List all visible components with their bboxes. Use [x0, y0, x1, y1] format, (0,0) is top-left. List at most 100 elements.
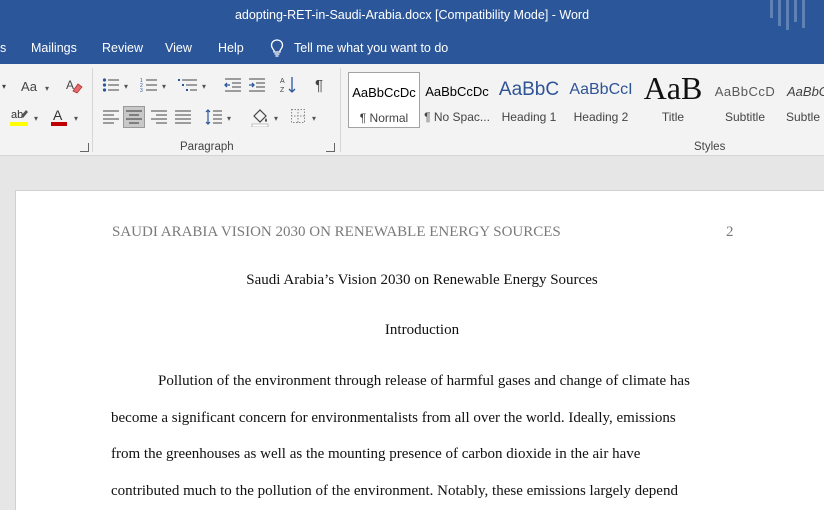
align-left-button[interactable] [102, 108, 120, 126]
ribbon-tabs: s Mailings Review View Help Tell me what… [0, 32, 824, 64]
document-title: Saudi Arabia’s Vision 2030 on Renewable … [246, 272, 598, 288]
pilcrow-icon: ¶ [314, 76, 324, 94]
style-subtitle[interactable]: AaBbCcD Subtitle [710, 72, 780, 128]
paint-bucket-icon [251, 109, 269, 127]
sort-icon: A Z [280, 77, 296, 94]
clear-formatting-icon: A [66, 78, 83, 94]
borders-icon [291, 109, 305, 123]
svg-text:ab: ab [11, 109, 23, 121]
tab-references-partial[interactable]: s [0, 41, 6, 55]
clear-formatting-button[interactable]: A [64, 76, 84, 96]
font-size-dropdown[interactable]: ▾ [0, 78, 8, 94]
style-name: Heading 2 [573, 110, 629, 124]
document-canvas[interactable]: SAUDI ARABIA VISION 2030 ON RENEWABLE EN… [0, 157, 824, 510]
body-line: become a significant concern for environ… [111, 410, 676, 426]
style-preview: AaBbC [787, 84, 824, 99]
decrease-indent-icon [224, 78, 241, 92]
borders-button[interactable] [290, 108, 306, 124]
align-right-button[interactable] [150, 108, 168, 126]
svg-text:Z: Z [280, 87, 285, 94]
change-case-button[interactable]: Aa [18, 77, 40, 95]
title-bar-decoration [770, 0, 810, 30]
font-color-button[interactable]: A [48, 106, 70, 128]
body-line: from the greenhouses as well as the moun… [111, 446, 641, 462]
chevron-down-icon[interactable]: ▾ [45, 84, 49, 93]
chevron-down-icon[interactable]: ▾ [162, 82, 166, 91]
justify-button[interactable] [174, 108, 192, 126]
style-no-spacing[interactable]: AaBbCcDc ¶ No Spac... [422, 72, 492, 128]
show-formatting-marks-button[interactable]: ¶ [310, 75, 328, 95]
align-left-icon [103, 110, 119, 124]
style-name: ¶ Normal [359, 111, 409, 125]
section-heading: Introduction [384, 322, 460, 338]
tell-me-search[interactable]: Tell me what you want to do [270, 38, 448, 58]
style-title[interactable]: AaB Title [638, 72, 708, 128]
highlight-color-button[interactable]: ab [8, 106, 30, 128]
style-preview: AaBbCcD [714, 84, 776, 99]
chevron-down-icon[interactable]: ▾ [202, 82, 206, 91]
multilevel-list-icon [178, 79, 197, 91]
chevron-down-icon[interactable]: ▾ [227, 114, 231, 123]
chevron-down-icon[interactable]: ▾ [34, 114, 38, 123]
body-line: Pollution of the environment through rel… [158, 373, 690, 389]
font-dialog-launcher[interactable] [80, 143, 89, 152]
style-preview: AaBbCcDc [352, 85, 416, 100]
chevron-down-icon[interactable]: ▾ [312, 114, 316, 123]
chevron-down-icon[interactable]: ▾ [124, 82, 128, 91]
style-name: Subtle E [786, 110, 824, 124]
running-head: SAUDI ARABIA VISION 2030 ON RENEWABLE EN… [112, 224, 561, 240]
multilevel-list-button[interactable] [178, 76, 198, 94]
group-separator [92, 68, 93, 152]
svg-text:A: A [53, 107, 63, 123]
tab-review[interactable]: Review [102, 41, 143, 55]
style-normal[interactable]: AaBbCcDc ¶ Normal [348, 72, 420, 128]
styles-group-label: Styles [694, 141, 726, 153]
align-center-icon [126, 110, 142, 124]
svg-text:3: 3 [140, 88, 143, 93]
style-preview: AaBbC [498, 79, 560, 100]
lightbulb-icon [270, 39, 284, 57]
body-line: contributed much to the pollution of the… [111, 483, 678, 499]
tab-mailings[interactable]: Mailings [31, 41, 77, 55]
numbering-icon: 1 2 3 [140, 78, 157, 93]
increase-indent-button[interactable] [248, 76, 266, 94]
paragraph-dialog-launcher[interactable] [326, 143, 335, 152]
style-name: Title [661, 110, 685, 124]
tab-help[interactable]: Help [218, 41, 244, 55]
page-number: 2 [726, 224, 734, 240]
increase-indent-icon [249, 78, 265, 92]
style-preview: AaB [643, 72, 703, 106]
line-spacing-button[interactable] [205, 107, 223, 127]
style-preview: AaBbCcDc [425, 84, 489, 99]
tell-me-text: Tell me what you want to do [294, 41, 449, 55]
style-heading-1[interactable]: AaBbC Heading 1 [494, 72, 564, 128]
justify-icon [175, 110, 191, 124]
chevron-down-icon[interactable]: ▾ [274, 114, 278, 123]
style-name: Subtitle [724, 110, 766, 124]
shading-button[interactable] [250, 107, 270, 127]
font-color-icon: A [51, 107, 67, 126]
style-name: Heading 1 [501, 110, 557, 124]
ribbon: ▾ Aa ▾ A ab ▾ A ▾ ▾ 1 2 3 ▾ ▾ A Z ¶ ▾ ▾ … [0, 64, 824, 156]
style-heading-2[interactable]: AaBbCcI Heading 2 [566, 72, 636, 128]
sort-button[interactable]: A Z [280, 75, 298, 95]
style-preview: AaBbCcI [569, 81, 633, 98]
bullets-button[interactable] [102, 76, 120, 94]
tab-view[interactable]: View [165, 41, 192, 55]
bullets-icon [102, 78, 119, 92]
document-page[interactable]: SAUDI ARABIA VISION 2030 ON RENEWABLE EN… [15, 190, 824, 510]
group-separator [340, 68, 341, 152]
svg-text:A: A [66, 78, 74, 92]
numbering-button[interactable]: 1 2 3 [140, 76, 158, 94]
decrease-indent-button[interactable] [224, 76, 242, 94]
window-title: adopting-RET-in-Saudi-Arabia.docx [Compa… [234, 8, 590, 22]
align-right-icon [151, 110, 167, 124]
title-bar: adopting-RET-in-Saudi-Arabia.docx [Compa… [0, 0, 824, 32]
align-center-button[interactable] [123, 106, 145, 128]
highlighter-icon: ab [10, 109, 28, 126]
chevron-down-icon[interactable]: ▾ [74, 114, 78, 123]
style-name: ¶ No Spac... [424, 110, 490, 124]
style-subtle-emphasis[interactable]: AaBbC Subtle E [782, 72, 824, 128]
paragraph-group-label: Paragraph [180, 141, 234, 153]
svg-text:A: A [280, 78, 285, 85]
